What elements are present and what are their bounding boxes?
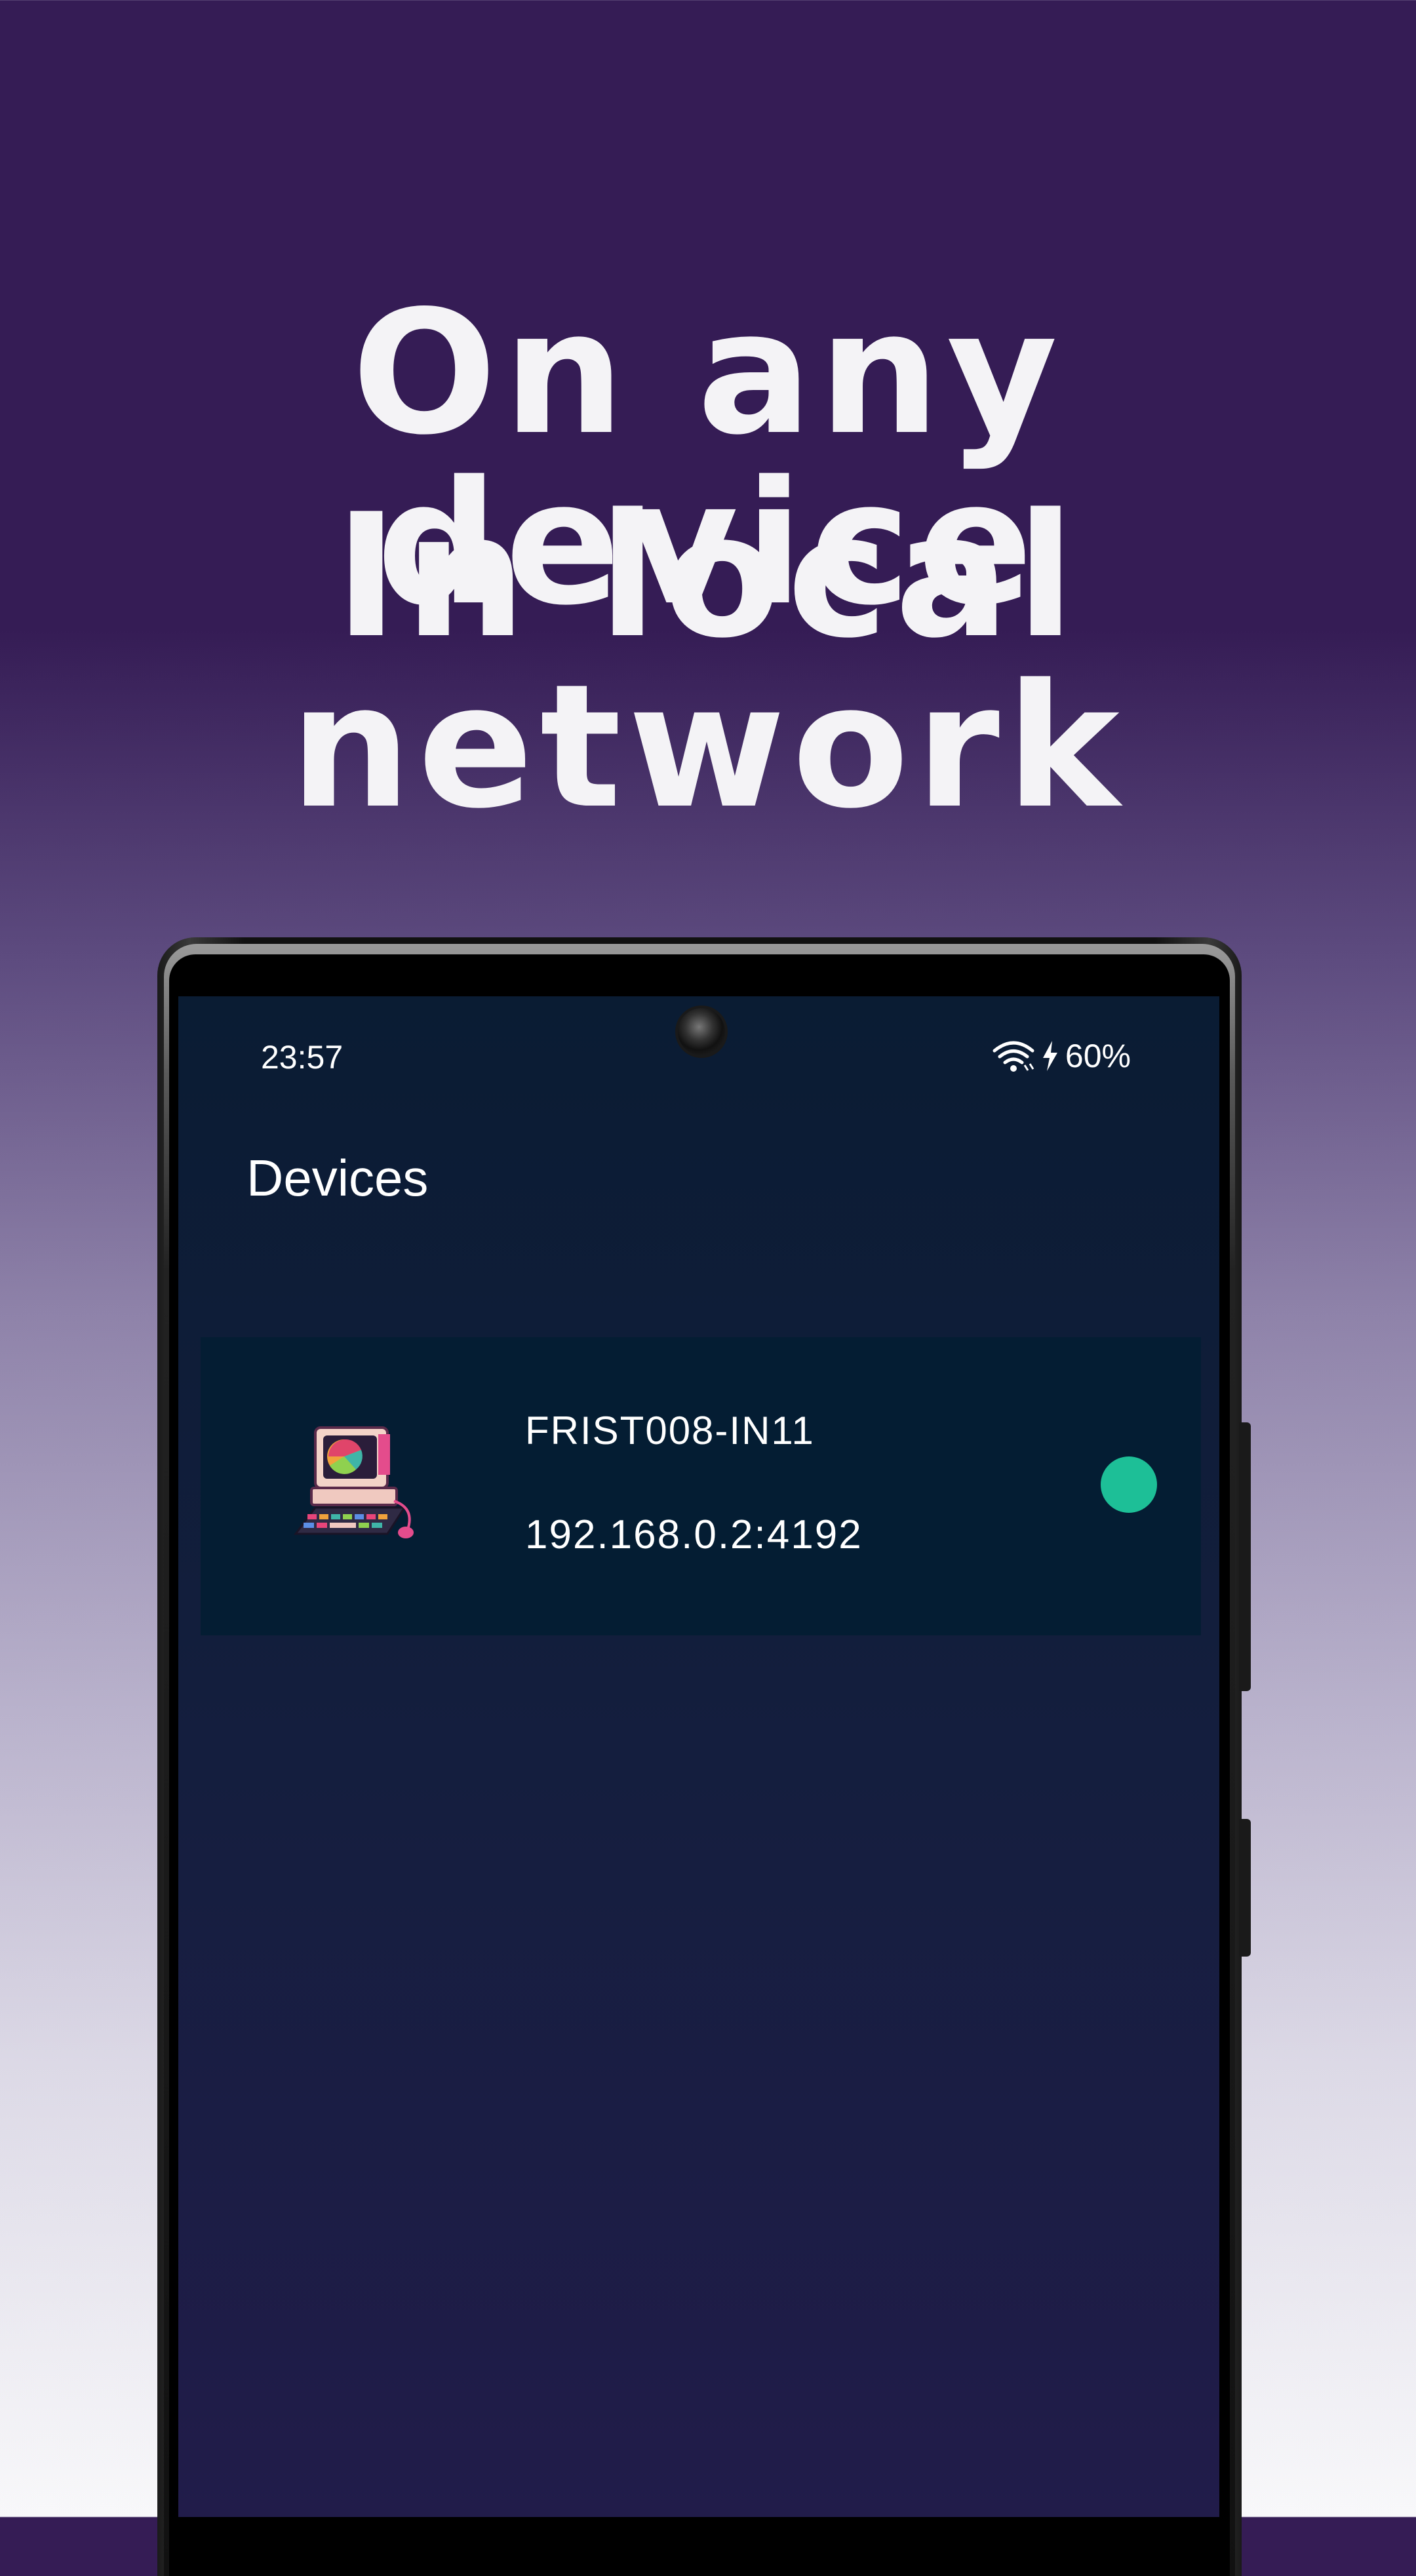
status-time: 23:57 bbox=[261, 1039, 344, 1076]
page-title: Devices bbox=[246, 1149, 429, 1207]
power-button bbox=[1239, 1422, 1251, 1691]
device-list-item[interactable]: FRIST008-IN11 192.168.0.2:4192 bbox=[201, 1337, 1201, 1635]
headline-line-2: In local network bbox=[290, 478, 1126, 846]
volume-button bbox=[1239, 1819, 1251, 1957]
wifi-icon bbox=[992, 1039, 1035, 1073]
device-address: 192.168.0.2:4192 bbox=[525, 1512, 863, 1557]
device-name: FRIST008-IN11 bbox=[525, 1409, 815, 1453]
front-camera bbox=[678, 1008, 725, 1055]
retro-computer-icon bbox=[289, 1422, 420, 1547]
charging-bolt-icon bbox=[1040, 1040, 1060, 1072]
app-screen: 23:57 60% Devices FRIST008-IN11 192.168.… bbox=[178, 996, 1219, 2517]
status-icons: 60% bbox=[992, 1037, 1131, 1075]
online-status-indicator bbox=[1101, 1456, 1157, 1513]
battery-percentage: 60% bbox=[1065, 1038, 1131, 1074]
